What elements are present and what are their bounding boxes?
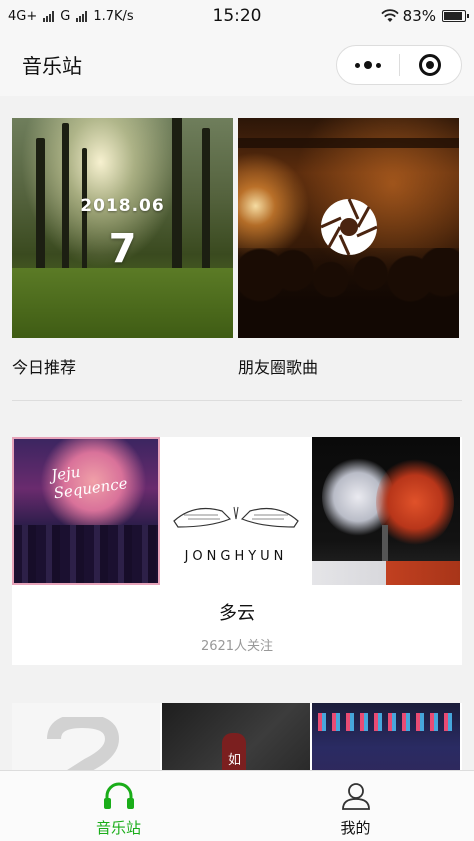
page-title: 音乐站 [22, 54, 82, 78]
number-two-graphic [47, 717, 120, 773]
hands-illustration [173, 506, 299, 528]
more-dots-icon [354, 61, 381, 69]
user-icon [341, 783, 370, 810]
album-cover-jonghyun: JONGHYUN [162, 437, 310, 585]
network-label-1: 4G+ [8, 8, 38, 24]
tree-ground [312, 561, 460, 585]
tree-trunk [382, 525, 388, 565]
stage-truss [238, 138, 459, 148]
daily-recommend-label[interactable]: 今日推荐 [12, 354, 76, 378]
headphones-icon [103, 782, 134, 809]
moments-songs-card[interactable] [238, 118, 459, 338]
album-cover-tree [312, 437, 460, 585]
status-right: 83% [381, 7, 469, 25]
cover-artist-name: JONGHYUN [184, 549, 288, 564]
stage-lights [318, 713, 454, 731]
forest-ground [12, 268, 233, 338]
nav-bar: 音乐站 [0, 32, 474, 96]
status-bar: 4G+ G 1.7K/s 15:20 83% [0, 0, 474, 32]
album-cover-band [312, 703, 460, 773]
moments-songs-label[interactable]: 朋友圈歌曲 [238, 354, 318, 378]
tab-music-station[interactable]: 音乐站 [0, 771, 237, 841]
tab-label-music-station: 音乐站 [95, 819, 141, 837]
album-cover-city: Jeju Sequence [12, 437, 160, 585]
daily-date: 2018.06 [80, 196, 165, 216]
playlist-followers: 2621人关注 [200, 639, 274, 654]
crowd-silhouette [238, 248, 459, 338]
status-left: 4G+ G 1.7K/s [8, 9, 381, 24]
cover-frame [12, 437, 160, 585]
battery-percent: 83% [402, 7, 436, 25]
battery-icon [442, 10, 469, 22]
playlist-title: 多云 [219, 603, 255, 624]
camera-shutter-icon [320, 198, 378, 256]
playlist-card[interactable]: 如 [12, 703, 462, 773]
target-icon [419, 54, 442, 76]
tab-bar: 音乐站 我的 [0, 770, 474, 841]
signal-icon-2 [76, 10, 88, 22]
tab-label-mine: 我的 [340, 819, 371, 837]
miniprogram-capsule [336, 45, 462, 85]
daily-day: 7 [108, 226, 137, 272]
album-cover-dark: 如 [162, 703, 310, 773]
section-divider [12, 400, 462, 401]
close-miniprogram-button[interactable] [400, 46, 462, 84]
daily-recommend-card[interactable]: 2018.06 7 [12, 118, 233, 338]
album-cover-number [12, 703, 160, 773]
tab-mine[interactable]: 我的 [237, 771, 474, 841]
signal-icon [43, 10, 55, 22]
network-speed: 1.7K/s [93, 8, 134, 24]
cover-calligraphy: 如 [228, 753, 242, 768]
wifi-icon [381, 9, 399, 22]
more-button[interactable] [337, 46, 399, 84]
playlist-card[interactable]: Jeju Sequence JONGHYUN 多云 2621人关注 [12, 437, 462, 665]
network-label-2: G [60, 8, 71, 24]
